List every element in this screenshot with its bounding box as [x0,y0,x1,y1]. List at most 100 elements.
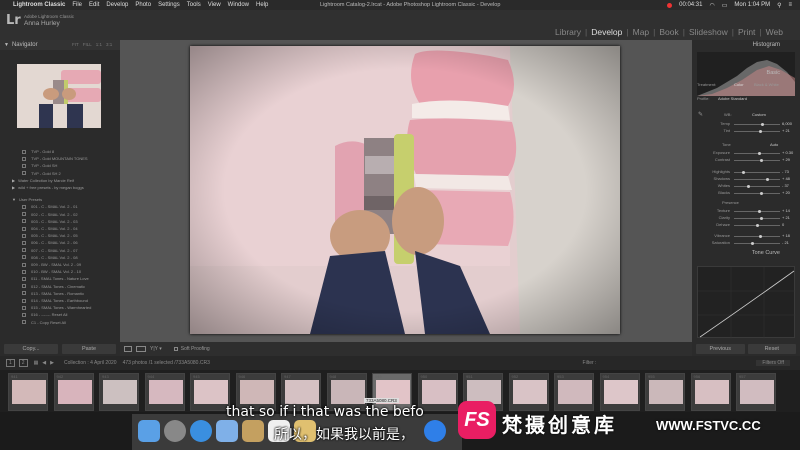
slider-track[interactable] [734,236,780,237]
loupe-view-icon[interactable] [124,346,132,352]
tone-curve-graph[interactable] [697,266,796,339]
page-1[interactable]: 1 [6,359,15,367]
slider-value[interactable]: - 73 [782,169,789,174]
preset-item[interactable]: 005 - C - SMAL Vol. 2 - 05 [6,232,118,239]
slider-knob[interactable] [761,122,765,126]
preset-item[interactable]: C1 - Copy Reset All [6,319,118,326]
filmstrip-thumb[interactable]: 945 [190,373,230,411]
copy-button[interactable]: Copy... [4,344,58,354]
slider-value[interactable]: + 18 [782,233,790,238]
treatment-bw[interactable]: Black & White [754,82,779,87]
treatment-color[interactable]: Color [734,82,744,87]
zoom-fill[interactable]: FILL [83,42,92,47]
slider-knob[interactable] [747,184,751,188]
filmstrip-thumb[interactable]: 955 [645,373,685,411]
tone-curve-header[interactable]: Tone Curve [696,250,780,256]
notes-icon[interactable] [242,420,264,442]
slider-knob[interactable] [757,151,761,155]
tone-auto-button[interactable]: Auto [770,142,778,147]
clock[interactable]: Mon 1:04 PM [734,2,770,8]
back-icon[interactable]: ◀ [42,360,46,366]
slider-knob[interactable] [760,191,764,195]
preset-item[interactable]: TVP - Gold SH [6,162,118,169]
compare-view-icon[interactable] [136,346,146,352]
wb-eyedropper-icon[interactable]: ✎ [698,111,703,118]
preset-item[interactable]: 011 - SMAL Tones - Nature Love [6,275,118,282]
preset-item[interactable]: 013 - SMAL Tones - Romantic [6,290,118,297]
slider-knob[interactable] [741,170,745,174]
preset-group[interactable]: ▼ User Presets [6,196,118,203]
preset-item[interactable]: TVP - Gold SH 2 [6,170,118,177]
preset-item[interactable]: 003 - C - SMAL Vol. 2 - 03 [6,218,118,225]
filmstrip-thumb[interactable]: 944 [144,373,185,411]
menu-tools[interactable]: Tools [187,2,201,8]
slider-value[interactable]: + 20 [782,190,790,195]
preset-item[interactable]: 015 - SMAL Tones - Warmhearted [6,304,118,311]
preset-item[interactable]: 004 - C - SMAL Vol. 2 - 04 [6,225,118,232]
preset-group[interactable]: ▶ Water Collection by Marcie Reif [6,177,118,184]
module-slideshow[interactable]: Slideshow [689,27,728,37]
slider-value[interactable]: + 48 [782,176,790,181]
module-map[interactable]: Map [633,27,650,37]
preset-item[interactable]: TVP - Gold MOUNTAIN TONES [6,155,118,162]
grid-icon[interactable]: ▦ [34,360,39,366]
zoom-3-1[interactable]: 3:1 [106,42,112,47]
slider-knob[interactable] [765,177,769,181]
filmstrip-thumb[interactable]: 954 [599,373,640,411]
wb-select[interactable]: Custom [752,112,766,117]
filter-select[interactable]: Filters Off [756,360,790,366]
menu-develop[interactable]: Develop [106,2,128,8]
slider-track[interactable] [734,211,780,212]
preset-item[interactable]: TVP - Gold 8 [6,148,118,155]
slider-value[interactable]: - 37 [782,183,789,188]
menu-settings[interactable]: Settings [158,2,180,8]
slider-track[interactable] [734,193,780,194]
control-center-icon[interactable]: ≡ [788,2,792,8]
slider-value[interactable]: 0 [782,222,784,227]
slider-value[interactable]: + 0.30 [782,150,793,155]
slider-knob[interactable] [758,209,762,213]
finder-icon[interactable] [138,420,160,442]
survey-view-icon[interactable]: Y|Y ▾ [150,346,162,352]
slider-track[interactable] [734,243,780,244]
launchpad-icon[interactable] [164,420,186,442]
preset-item[interactable]: 008 - C - SMAL Vol. 2 - 08 [6,254,118,261]
slider-value[interactable]: + 14 [782,208,790,213]
main-photo[interactable] [190,46,620,334]
profile-select[interactable]: Adobe Standard [718,96,747,101]
slider-knob[interactable] [760,158,764,162]
source-label[interactable]: Collection : 4 April 2020 [64,360,117,366]
app-store-icon[interactable] [424,420,446,442]
wifi-icon[interactable]: ◠ [709,2,714,9]
slider-track[interactable] [734,124,780,125]
previous-button[interactable]: Previous [696,344,745,354]
slider-track[interactable] [734,172,780,173]
preset-item[interactable]: 012 - SMAL Tones - Cinematic [6,283,118,290]
preset-item[interactable]: 006 - C - SMAL Vol. 2 - 06 [6,239,118,246]
filmstrip-thumb[interactable]: 953 [554,373,594,411]
slider-value[interactable]: 6,000 [782,121,792,126]
slider-track[interactable] [734,218,780,219]
preset-item[interactable]: 016 - ------- Reset All [6,311,118,318]
filmstrip-thumb[interactable]: 942 [53,373,94,411]
module-print[interactable]: Print [738,27,755,37]
module-book[interactable]: Book [659,27,678,37]
navigator-preview[interactable] [17,64,101,128]
menu-view[interactable]: View [208,2,221,8]
zoom-fit[interactable]: FIT [72,42,79,47]
record-icon[interactable] [667,2,673,8]
forward-icon[interactable]: ▶ [50,360,54,366]
slider-knob[interactable] [750,241,754,245]
mail-icon[interactable] [216,420,238,442]
menu-app[interactable]: Lightroom Classic [13,2,65,8]
filmstrip-thumb[interactable]: 956 [690,373,731,411]
preset-item[interactable]: 009 - BW - SMAL Vol. 2 - 09 [6,261,118,268]
preset-item[interactable]: 001 - C - SMAL Vol. 2 - 01 [6,203,118,210]
soft-proofing-checkbox[interactable] [173,347,178,351]
filmstrip-thumb[interactable]: 957 [736,373,776,411]
menu-edit[interactable]: Edit [89,2,99,8]
module-library[interactable]: Library [555,27,581,37]
page-2[interactable]: 2 [18,359,28,367]
menu-help[interactable]: Help [256,2,268,8]
menu-photo[interactable]: Photo [135,2,151,8]
